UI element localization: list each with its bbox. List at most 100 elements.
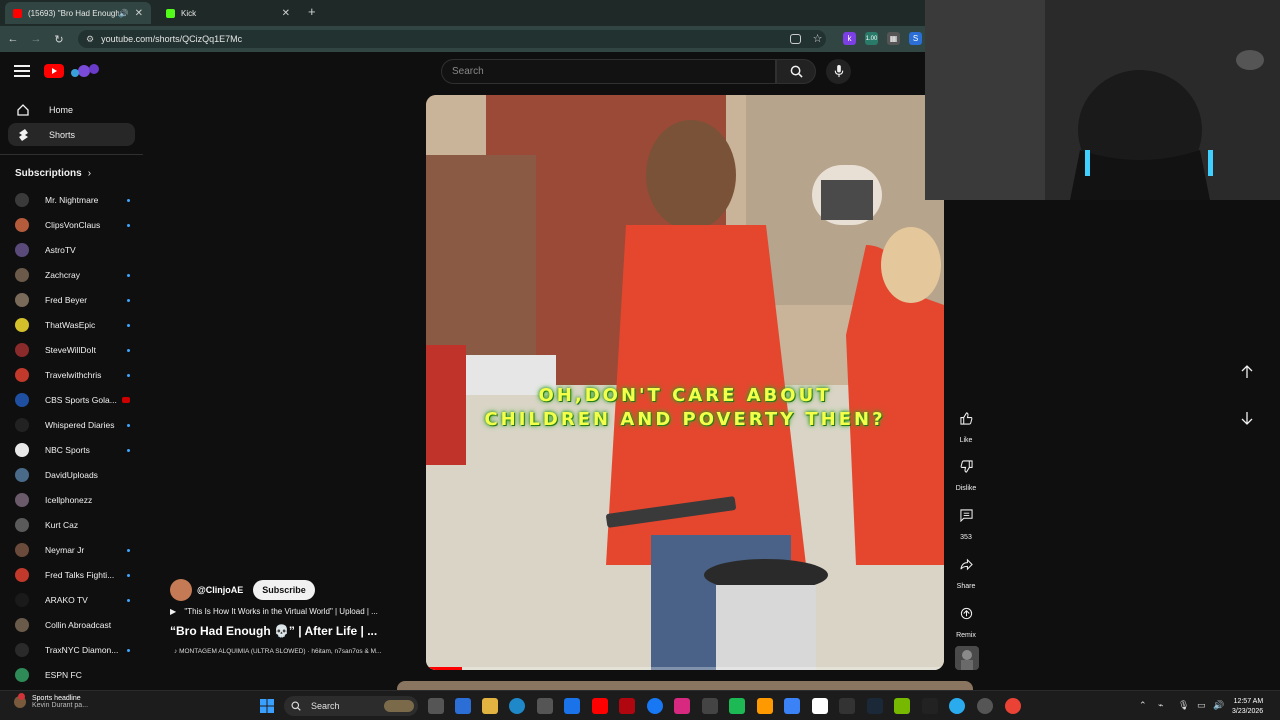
subscription-item[interactable]: Kurt Caz: [15, 517, 130, 533]
subscription-item[interactable]: TraxNYC Diamon...: [15, 642, 130, 658]
install-app-icon[interactable]: [790, 34, 801, 44]
subscription-item[interactable]: AstroTV: [15, 242, 130, 258]
subscription-item[interactable]: ESPN FC: [15, 667, 130, 683]
youtube-logo-icon[interactable]: [44, 62, 104, 80]
remix-label: Remix: [956, 632, 976, 639]
subscription-name: Whispered Diaries: [45, 420, 115, 430]
steam-icon[interactable]: [867, 698, 883, 714]
remix-button[interactable]: Remix: [951, 600, 981, 639]
extension-k-icon[interactable]: k: [843, 32, 856, 45]
channel-avatar: [15, 218, 29, 232]
subscriptions-heading[interactable]: Subscriptions ›: [15, 168, 91, 179]
new-tab-icon[interactable]: +: [308, 4, 316, 19]
edge-icon[interactable]: [509, 698, 525, 714]
video-progress-bar[interactable]: [426, 667, 944, 670]
roblox-icon[interactable]: [812, 698, 828, 714]
extension-blue-icon[interactable]: S: [909, 32, 922, 45]
app-g-icon[interactable]: [839, 698, 855, 714]
subscription-item[interactable]: Icellphonezz: [15, 492, 130, 508]
forward-icon[interactable]: →: [26, 33, 46, 45]
like-button[interactable]: Like: [951, 405, 981, 444]
tab-youtube[interactable]: (15693) "Bro Had Enough 🔊 ✕: [5, 2, 151, 24]
subscription-item[interactable]: ARAKO TV: [15, 592, 130, 608]
system-clock[interactable]: 12:57 AM 3/23/2026: [1232, 697, 1263, 717]
windows-start-icon[interactable]: [259, 698, 275, 714]
bookmark-star-icon[interactable]: ☆: [811, 32, 824, 45]
subscription-name: DavidUploads: [45, 470, 98, 480]
extension-counter-icon[interactable]: 1.00: [865, 32, 878, 45]
music-link[interactable]: ♪ MONTAGEM ALQUIMIA (ULTRA SLOWED) · h6i…: [174, 648, 414, 655]
subscription-item[interactable]: Neymar Jr: [15, 542, 130, 558]
address-bar[interactable]: ⚙ youtube.com/shorts/QCizQq1E7Mc: [78, 30, 826, 48]
close-tab-icon[interactable]: ✕: [135, 8, 143, 19]
epic-games-icon[interactable]: [922, 698, 938, 714]
next-short-preview[interactable]: [397, 681, 973, 690]
subscription-item[interactable]: ClipsVonClaus: [15, 217, 130, 233]
subscription-item[interactable]: Zachcray: [15, 267, 130, 283]
netflix-icon[interactable]: [619, 698, 635, 714]
instagram-icon[interactable]: [674, 698, 690, 714]
telegram-icon[interactable]: [949, 698, 965, 714]
task-view-icon[interactable]: [428, 698, 444, 714]
subscription-item[interactable]: SteveWillDoIt: [15, 342, 130, 358]
subscription-item[interactable]: ThatWasEpic: [15, 317, 130, 333]
app-grid-icon[interactable]: [784, 698, 800, 714]
sidebar-item-home[interactable]: Home: [8, 98, 135, 121]
short-title[interactable]: “Bro Had Enough 💀” | After Life | ...: [170, 624, 377, 638]
calculator-icon[interactable]: [702, 698, 718, 714]
nvidia-icon[interactable]: [894, 698, 910, 714]
extension-puzzle-icon[interactable]: ▦: [887, 32, 900, 45]
reload-icon[interactable]: ↻: [49, 33, 69, 46]
search-button[interactable]: [776, 59, 816, 84]
close-tab-icon[interactable]: ✕: [282, 8, 290, 19]
subscription-item[interactable]: Travelwithchris: [15, 367, 130, 383]
chrome-icon[interactable]: [1005, 698, 1021, 714]
search-input[interactable]: Search: [441, 59, 776, 84]
file-explorer-icon[interactable]: [482, 698, 498, 714]
spotify-icon[interactable]: [729, 698, 745, 714]
display-icon[interactable]: ▭: [1197, 700, 1206, 711]
comments-button[interactable]: 353: [951, 502, 981, 541]
microphone-tray-icon[interactable]: 🎙: [1178, 700, 1189, 711]
amazon-icon[interactable]: [757, 698, 773, 714]
channel-avatar[interactable]: [170, 579, 192, 601]
subscription-item[interactable]: Fred Talks Fighti...: [15, 567, 130, 583]
share-button[interactable]: Share: [951, 551, 981, 590]
taskbar-search[interactable]: Search: [284, 696, 418, 716]
copilot-icon[interactable]: [455, 698, 471, 714]
playlist-link[interactable]: ▶ "This Is How It Works in the Virtual W…: [170, 607, 415, 616]
sidebar-item-shorts[interactable]: Shorts: [8, 123, 135, 146]
settings-icon[interactable]: [977, 698, 993, 714]
subscription-item[interactable]: Collin Abroadcast: [15, 617, 130, 633]
hamburger-menu-icon[interactable]: [14, 63, 30, 79]
store-icon[interactable]: [537, 698, 553, 714]
voice-search-button[interactable]: [826, 59, 851, 84]
subscription-item[interactable]: NBC Sports: [15, 442, 130, 458]
back-icon[interactable]: ←: [3, 33, 23, 45]
subscription-item[interactable]: CBS Sports Gola...: [15, 392, 130, 408]
subscription-item[interactable]: Whispered Diaries: [15, 417, 130, 433]
facebook-icon[interactable]: [647, 698, 663, 714]
channel-name[interactable]: @ClinjoAE: [197, 585, 243, 595]
show-hidden-icons-icon[interactable]: ⌃: [1139, 700, 1147, 711]
youtube-app-icon[interactable]: [592, 698, 608, 714]
arrow-up-icon: [1241, 365, 1253, 378]
arrow-down-icon: [1241, 412, 1253, 425]
dislike-button[interactable]: Dislike: [951, 453, 981, 492]
network-icon[interactable]: ⌁: [1158, 700, 1163, 711]
subscription-item[interactable]: Fred Beyer: [15, 292, 130, 308]
share-icon: [959, 558, 973, 570]
news-widget[interactable]: Sports headline Kevin Durant pa...: [14, 693, 88, 709]
volume-icon[interactable]: 🔊: [1213, 700, 1224, 711]
short-video-player[interactable]: OH,DON'T CARE ABOUT CHILDREN AND POVERTY…: [426, 95, 944, 670]
subscribe-button[interactable]: Subscribe: [253, 580, 315, 600]
subscription-item[interactable]: DavidUploads: [15, 467, 130, 483]
sound-thumbnail[interactable]: [955, 646, 979, 670]
next-short-button[interactable]: [1233, 404, 1261, 432]
tab-kick[interactable]: Kick ✕: [158, 2, 298, 24]
site-info-icon[interactable]: ⚙: [86, 34, 94, 45]
previous-short-button[interactable]: [1233, 358, 1261, 386]
subscription-item[interactable]: Mr. Nightmare: [15, 192, 130, 208]
mail-icon[interactable]: [564, 698, 580, 714]
channel-avatar: [15, 393, 29, 407]
